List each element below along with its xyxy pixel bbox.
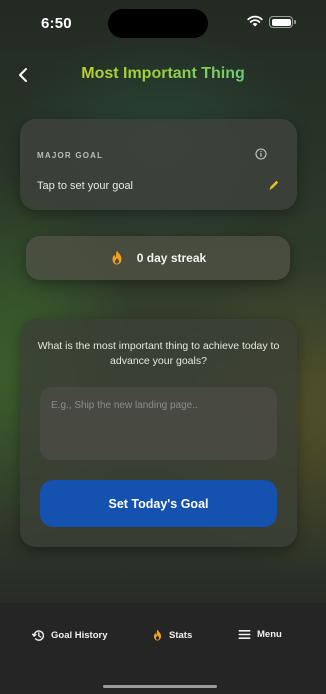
- info-icon[interactable]: [255, 148, 267, 160]
- history-icon: [32, 630, 45, 641]
- pencil-icon[interactable]: [268, 179, 280, 191]
- status-time: 6:50: [41, 15, 72, 32]
- wifi-icon: [247, 15, 263, 27]
- status-bar: 6:50: [0, 0, 326, 46]
- goal-prompt: What is the most important thing to achi…: [37, 340, 280, 367]
- bottom-tab-bar: Goal History Stats Menu: [0, 603, 326, 694]
- battery-icon: [269, 16, 296, 28]
- home-indicator: [103, 685, 217, 688]
- streak-card: 0 day streak: [26, 236, 290, 280]
- major-goal-card[interactable]: MAJOR GOAL Tap to set your goal: [20, 119, 297, 210]
- tab-menu[interactable]: Menu: [238, 629, 282, 640]
- set-todays-goal-button[interactable]: Set Today's Goal: [40, 480, 277, 527]
- header: Most Important Thing: [0, 58, 326, 92]
- flame-icon: [112, 250, 122, 265]
- menu-icon: [238, 630, 251, 639]
- daily-goal-card: What is the most important thing to achi…: [20, 319, 297, 547]
- tab-goal-history-label: Goal History: [51, 630, 108, 641]
- major-goal-text[interactable]: Tap to set your goal: [37, 180, 133, 192]
- streak-text: 0 day streak: [136, 250, 207, 265]
- tab-stats[interactable]: Stats: [152, 629, 192, 641]
- major-goal-label: MAJOR GOAL: [37, 151, 104, 160]
- flame-icon: [153, 629, 162, 641]
- dynamic-island: [108, 9, 208, 38]
- tab-menu-label: Menu: [257, 629, 282, 640]
- page-title: Most Important Thing: [0, 65, 326, 83]
- tab-goal-history[interactable]: Goal History: [32, 629, 108, 642]
- tab-stats-label: Stats: [169, 629, 193, 641]
- daily-goal-input[interactable]: [40, 387, 277, 460]
